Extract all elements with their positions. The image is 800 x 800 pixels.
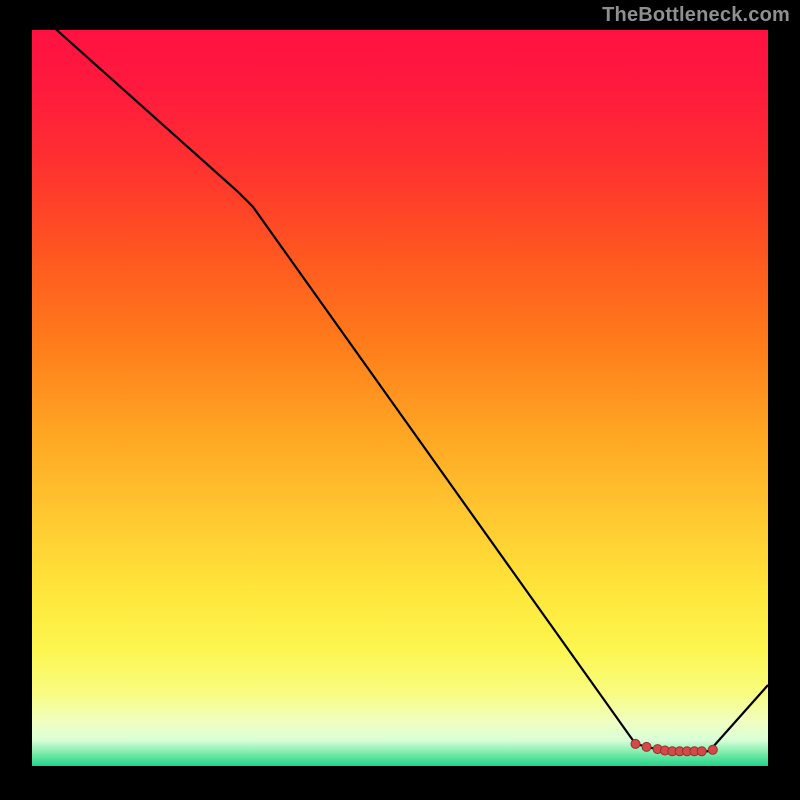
data-marker: [697, 747, 706, 756]
watermark-text: TheBottleneck.com: [602, 4, 790, 27]
data-marker: [642, 742, 651, 751]
plot-area: [32, 30, 768, 766]
chart-svg: [32, 30, 768, 766]
data-marker: [708, 745, 717, 754]
data-marker: [631, 739, 640, 748]
chart-frame: TheBottleneck.com: [0, 0, 800, 800]
gradient-background: [32, 30, 768, 766]
